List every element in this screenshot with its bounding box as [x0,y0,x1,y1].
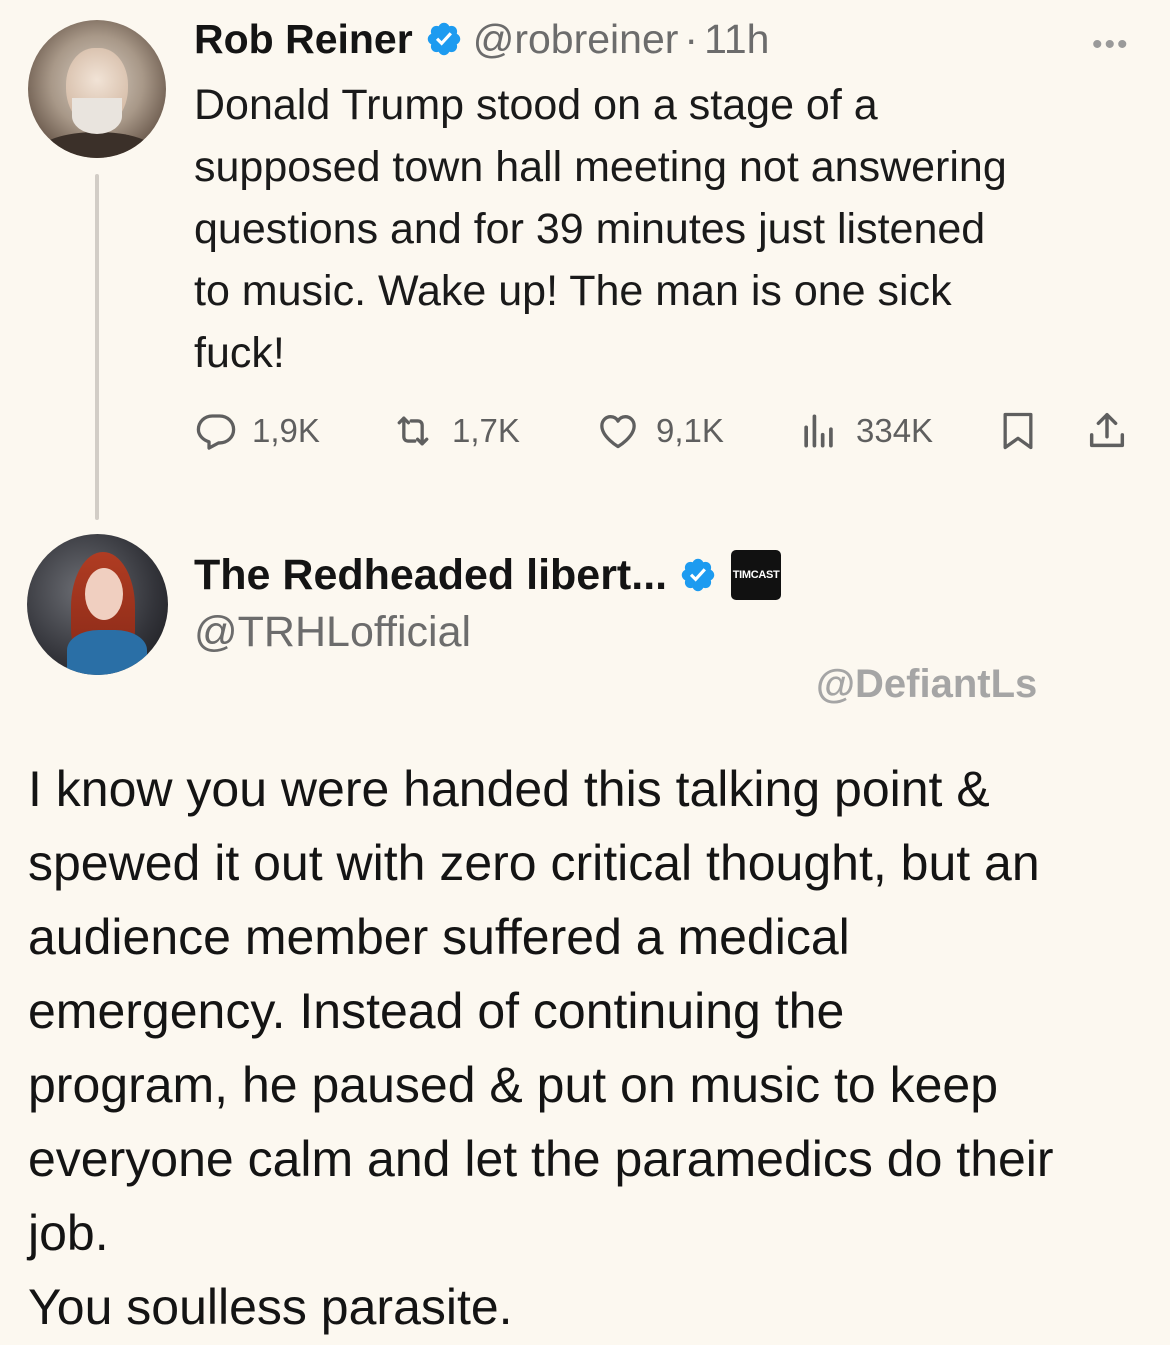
tweet1-handle[interactable]: @robreiner [473,16,679,63]
tweet2-display-name[interactable]: The Redheaded libert... [194,551,667,600]
share-icon [1089,412,1125,448]
more-dots-icon[interactable]: ••• [1092,28,1130,62]
affiliate-badge-timcast[interactable]: TIMCAST [731,550,782,600]
heart-icon [600,415,636,449]
tweet1-timestamp[interactable]: 11h [704,16,769,63]
verified-badge-icon [681,558,715,592]
tweet1-separator: · [684,15,699,62]
views-button[interactable]: 334K [796,408,933,454]
bookmark-icon [1003,412,1033,450]
tweet2-header: The Redheaded libert... TIMCAST [194,548,782,602]
watermark: @DefiantLs [816,662,1038,706]
tweet1-display-name[interactable]: Rob Reiner [194,16,413,63]
bookmark-button[interactable] [996,408,1054,454]
avatar-rob-reiner[interactable] [28,20,166,158]
tweet1-body: Donald Trump stood on a stage of a suppo… [194,81,1007,377]
repost-icon [397,416,429,446]
tweet1-header: Rob Reiner @robreiner · 11h [194,14,769,64]
verified-badge-icon [427,22,460,56]
avatar-redheaded-libertarian[interactable] [27,534,168,675]
like-button[interactable]: 9,1K [594,408,724,454]
tweet2-body: I know you were handed this talking poin… [28,761,1054,1335]
reply-button[interactable]: 1,9K [194,408,320,454]
repost-count: 1,7K [452,412,520,449]
share-button[interactable] [1084,408,1144,454]
thread-connector-line [95,174,99,520]
like-count: 9,1K [656,412,724,449]
views-chart-icon [804,414,833,448]
repost-button[interactable]: 1,7K [388,408,520,454]
views-count: 334K [856,412,934,449]
tweet2-handle[interactable]: @TRHLofficial [194,608,471,657]
reply-icon [196,414,236,450]
reply-count: 1,9K [252,412,320,449]
